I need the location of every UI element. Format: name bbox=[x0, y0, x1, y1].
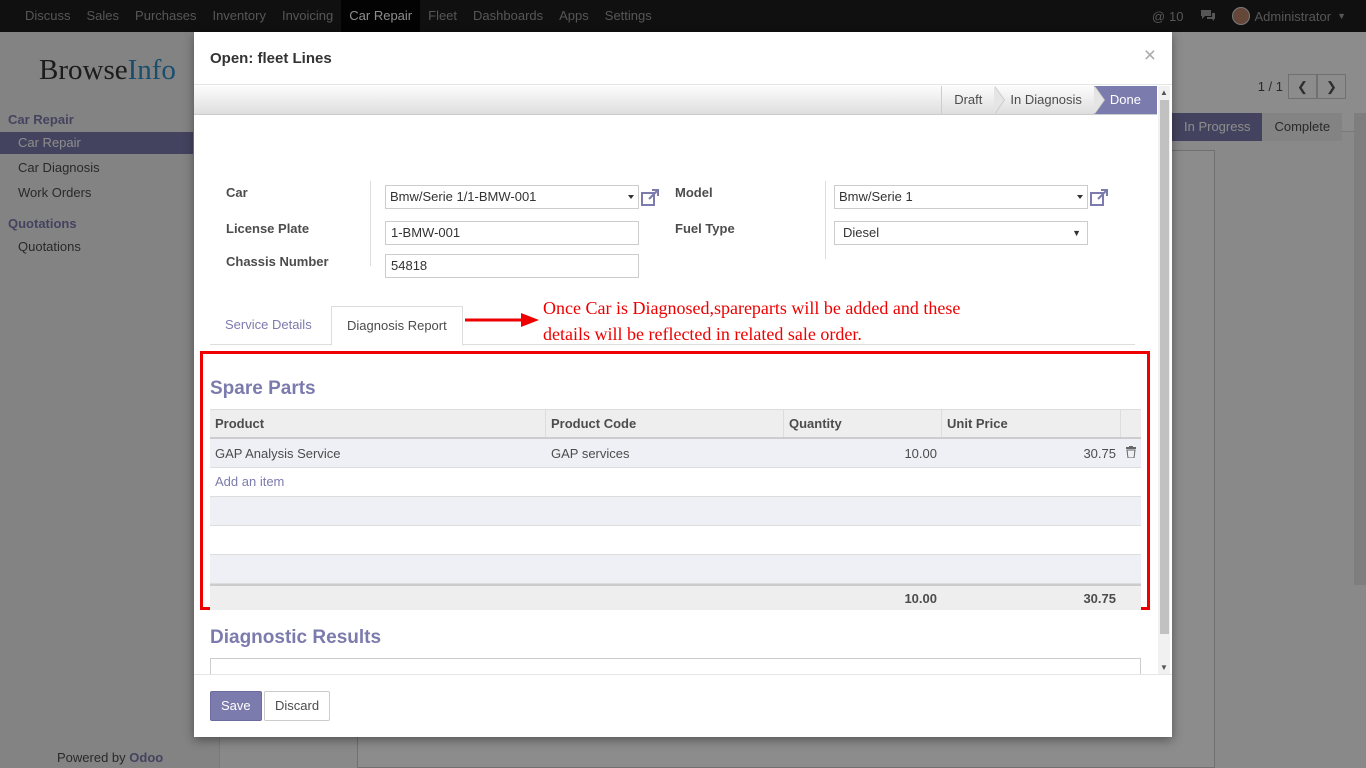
column-quantity[interactable]: Quantity bbox=[784, 410, 942, 437]
tab-diagnosis-report[interactable]: Diagnosis Report bbox=[331, 306, 463, 346]
total-quantity: 10.00 bbox=[904, 590, 937, 606]
stage-draft[interactable]: Draft bbox=[941, 86, 1006, 114]
scroll-down-icon[interactable]: ▼ bbox=[1160, 663, 1168, 672]
annotation-line: details will be reflected in related sal… bbox=[543, 324, 862, 344]
table-row[interactable]: GAP Analysis Service GAP services 10.00 … bbox=[210, 439, 1141, 468]
fleet-lines-dialog: Open: fleet Lines × Draft In Diagnosis D… bbox=[194, 32, 1172, 737]
chassis-number-field[interactable]: 54818 bbox=[385, 254, 639, 278]
annotation-line: Once Car is Diagnosed,spareparts will be… bbox=[543, 298, 961, 318]
annotation-text: Once Car is Diagnosed,spareparts will be… bbox=[543, 295, 1043, 347]
spare-parts-table: Product Product Code Quantity Unit Price… bbox=[210, 409, 1141, 610]
external-link-icon[interactable] bbox=[640, 188, 660, 208]
model-label: Model bbox=[675, 185, 713, 200]
column-actions bbox=[1121, 410, 1141, 437]
statusbar: Draft In Diagnosis Done bbox=[194, 86, 1157, 115]
arrow-icon bbox=[465, 313, 539, 327]
chevron-down-icon: ▼ bbox=[1072, 228, 1081, 238]
dialog-scrollbar[interactable]: ▲ ▼ bbox=[1158, 86, 1170, 674]
dialog-title: Open: fleet Lines bbox=[210, 50, 332, 67]
scroll-up-icon[interactable]: ▲ bbox=[1160, 88, 1168, 97]
cell-unit-price[interactable]: 30.75 bbox=[942, 446, 1121, 461]
empty-row bbox=[210, 497, 1141, 526]
column-product-code[interactable]: Product Code bbox=[546, 410, 784, 437]
car-label: Car bbox=[226, 185, 248, 200]
external-link-icon[interactable] bbox=[1089, 188, 1109, 208]
column-unit-price[interactable]: Unit Price bbox=[942, 410, 1121, 437]
car-select[interactable]: Bmw/Serie 1/1-BMW-001 bbox=[385, 185, 639, 209]
license-plate-label: License Plate bbox=[226, 221, 310, 236]
fuel-type-select[interactable]: Diesel ▼ bbox=[834, 221, 1088, 245]
empty-row bbox=[210, 555, 1141, 584]
divider bbox=[825, 181, 826, 259]
license-plate-field[interactable]: 1-BMW-001 bbox=[385, 221, 639, 245]
diagnostic-results-textarea[interactable] bbox=[210, 658, 1141, 674]
dialog-header: Open: fleet Lines × bbox=[194, 32, 1172, 85]
spare-parts-title: Spare Parts bbox=[210, 378, 316, 399]
divider bbox=[370, 181, 371, 266]
dialog-body: Draft In Diagnosis Done Car Bmw/Serie 1/… bbox=[194, 86, 1172, 674]
scrollbar-thumb[interactable] bbox=[1160, 100, 1169, 634]
diagnostic-results-title: Diagnostic Results bbox=[210, 627, 382, 648]
discard-button[interactable]: Discard bbox=[264, 691, 331, 721]
cell-product[interactable]: GAP Analysis Service bbox=[210, 446, 546, 461]
cell-product-code[interactable]: GAP services bbox=[546, 446, 784, 461]
cell-quantity[interactable]: 10.00 bbox=[784, 446, 942, 461]
table-footer: 10.00 30.75 bbox=[210, 584, 1141, 610]
model-select[interactable]: Bmw/Serie 1 bbox=[834, 185, 1088, 209]
stage-in-diagnosis[interactable]: In Diagnosis bbox=[994, 86, 1105, 114]
fuel-type-label: Fuel Type bbox=[675, 221, 735, 236]
add-item-link[interactable]: Add an item bbox=[210, 468, 1141, 497]
save-button[interactable]: Save bbox=[210, 691, 262, 721]
column-product[interactable]: Product bbox=[210, 410, 546, 437]
close-icon[interactable]: × bbox=[1144, 44, 1156, 68]
table-header: Product Product Code Quantity Unit Price bbox=[210, 409, 1141, 439]
empty-row bbox=[210, 526, 1141, 555]
total-unit-price: 30.75 bbox=[1083, 590, 1116, 606]
tab-service-details[interactable]: Service Details bbox=[210, 306, 327, 346]
chassis-number-label: Chassis Number bbox=[226, 254, 329, 269]
dialog-footer: Save Discard bbox=[194, 674, 1172, 737]
trash-icon[interactable] bbox=[1121, 445, 1141, 461]
